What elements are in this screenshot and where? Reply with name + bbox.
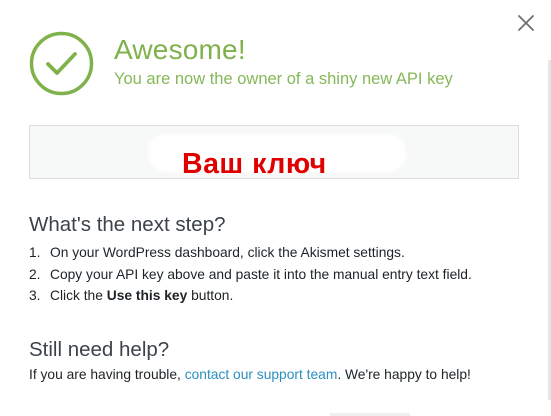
next-step-list: 1. On your WordPress dashboard, click the… (29, 242, 472, 307)
check-circle-icon (29, 31, 94, 96)
help-text-before: If you are having trouble, (29, 367, 185, 382)
success-title: Awesome! (114, 34, 246, 65)
close-button[interactable] (514, 11, 538, 35)
akismet-success-dialog: Awesome! You are now the owner of a shin… (0, 0, 551, 416)
step-text: On your WordPress dashboard, click the A… (50, 245, 405, 260)
step-number: 1. (29, 245, 41, 260)
step-number: 2. (29, 266, 41, 282)
list-item: 3. Click the Use this key button. (29, 285, 472, 307)
step-number: 3. (29, 288, 41, 303)
api-key-field[interactable]: Ваш ключ (29, 125, 519, 180)
help-heading: Still need help? (29, 338, 170, 361)
contact-support-link[interactable]: contact our support team (185, 367, 338, 382)
help-text: If you are having trouble, contact our s… (29, 367, 471, 382)
list-item: 2. Copy your API key above and paste it i… (29, 264, 472, 286)
next-step-heading: What's the next step? (29, 213, 226, 236)
api-key-overlay-label: Ваш ключ (182, 148, 327, 180)
step-text-after: button. (187, 288, 234, 303)
step-text-before: Click the (50, 288, 107, 303)
step-button-name: Use this key (106, 288, 188, 303)
success-subtitle: You are now the owner of a shiny new API… (114, 70, 453, 88)
list-item: 1. On your WordPress dashboard, click the… (29, 242, 472, 264)
help-text-after: . We're happy to help! (337, 367, 471, 382)
step-text: Copy your API key above and paste it int… (50, 266, 472, 282)
close-icon (518, 15, 534, 31)
